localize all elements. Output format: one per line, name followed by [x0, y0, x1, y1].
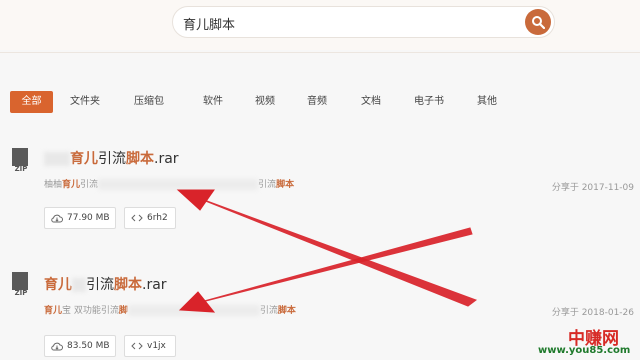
tab-ebook[interactable]: 电子书 [406, 91, 452, 113]
redacted-text [44, 152, 70, 166]
search-button[interactable] [525, 9, 551, 35]
cloud-icon [51, 342, 63, 351]
redacted-text [127, 305, 260, 316]
result-description: 育儿宝 双功能引流脚 引流脚本 [44, 305, 296, 316]
redacted-text [72, 278, 86, 292]
tab-software[interactable]: 软件 [196, 91, 230, 113]
tab-video[interactable]: 视频 [248, 91, 282, 113]
tab-archive[interactable]: 压缩包 [126, 91, 172, 113]
tab-other[interactable]: 其他 [470, 91, 504, 113]
extract-code-badge[interactable]: 6rh2 [124, 207, 176, 229]
share-date: 分享于 2018-01-26 [551, 308, 634, 318]
watermark-url: www.you85.com [538, 345, 631, 356]
zip-file-icon: ZIP [10, 272, 32, 298]
annotation-arrow-2 [185, 227, 473, 307]
code-icon [131, 342, 143, 350]
zip-file-icon: ZIP [10, 148, 32, 174]
extract-code-badge[interactable]: v1jx [124, 335, 176, 357]
result-title[interactable]: 育儿引流脚本.rar [44, 274, 167, 294]
annotation-arrowhead-1 [176, 189, 215, 211]
file-size-badge: 83.50 MB [44, 335, 116, 357]
file-size-badge: 77.90 MB [44, 207, 116, 229]
search-bar[interactable] [172, 6, 555, 38]
code-icon [131, 214, 143, 222]
annotation-arrow-1 [187, 193, 478, 307]
share-date: 分享于 2017-11-09 [551, 183, 634, 193]
search-icon [532, 16, 545, 29]
result-description: 柚柚育儿引流 引流脚本 [44, 179, 295, 190]
tab-all[interactable]: 全部 [10, 91, 53, 113]
tab-document[interactable]: 文档 [354, 91, 388, 113]
cloud-icon [51, 214, 63, 223]
tab-folder[interactable]: 文件夹 [62, 91, 108, 113]
tab-audio[interactable]: 音频 [300, 91, 334, 113]
search-input[interactable] [183, 13, 503, 33]
result-title[interactable]: 育儿引流脚本.rar [44, 148, 179, 168]
redacted-text [98, 179, 259, 190]
header-divider [0, 52, 640, 53]
